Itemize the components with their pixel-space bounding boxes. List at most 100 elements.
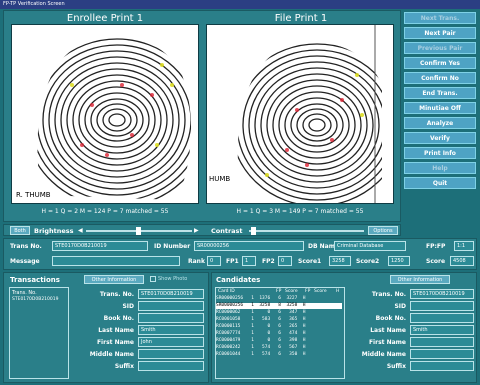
contrast-slider[interactable]	[249, 230, 364, 232]
column-header-fp1: FP	[276, 289, 282, 294]
transactions-panel: Transactions Other Information Show Phot…	[3, 272, 209, 383]
candidate-suffix-field[interactable]	[410, 361, 474, 371]
analyze-button[interactable]: Analyze	[404, 117, 476, 129]
transactions-other-info-button[interactable]: Other Information	[84, 275, 144, 284]
book-no-field[interactable]	[138, 313, 204, 323]
file-fingerprint-image[interactable]: HUMB	[206, 24, 394, 204]
previous-pair-button[interactable]: Previous Pair	[404, 42, 476, 54]
column-header-score2: Score	[314, 289, 327, 294]
show-photo-label: Show Photo	[158, 276, 188, 282]
fp2-label: FP2	[262, 258, 275, 265]
id-number-field[interactable]: SR00000256	[194, 241, 304, 251]
candidates-title: Candidates	[216, 276, 261, 284]
candidates-table[interactable]: Card ID FP Score FP Score H SR00000256 1…	[215, 287, 345, 379]
minutiae-off-button[interactable]: Minutiae Off	[404, 102, 476, 114]
field-label: First Name	[368, 339, 406, 346]
candidates-panel: Candidates Other Information Card ID FP …	[211, 272, 477, 383]
candidate-middle-name-field[interactable]	[410, 349, 474, 359]
column-header-fp2: FP	[305, 289, 311, 294]
last-name-field[interactable]: Smith	[138, 325, 204, 335]
contrast-slider-thumb[interactable]	[251, 227, 256, 235]
show-photo-checkbox[interactable]	[150, 276, 156, 282]
score2-label: Score2	[356, 258, 380, 265]
table-row[interactable]: RC0000242 1 574 6 567 H	[216, 345, 342, 351]
field-label: Last Name	[98, 327, 134, 334]
fpfp-field[interactable]: 1:1	[454, 241, 474, 251]
transactions-list[interactable]: Trans. No. STE0170D0B210019	[9, 287, 69, 379]
transactions-list-header: Trans. No.	[12, 290, 37, 296]
table-row-selected[interactable]: SR00000256 1 3258 8 3258 H	[216, 303, 342, 309]
score2-field[interactable]: 1250	[388, 256, 410, 266]
score1-field[interactable]: 3258	[329, 256, 351, 266]
list-item[interactable]: STE0170D0B210019	[12, 297, 59, 302]
table-row[interactable]: RC0001058 1 583 6 365 H	[216, 317, 342, 323]
field-label: Middle Name	[361, 351, 406, 358]
confirm-yes-button[interactable]: Confirm Yes	[404, 57, 476, 69]
rank-field[interactable]: 0	[207, 256, 221, 266]
table-row[interactable]: RC0000479 1 0 6 398 H	[216, 338, 342, 344]
table-row[interactable]: SR00000256 1 1376 6 3227 H	[216, 296, 342, 302]
trans-no-label: Trans No.	[10, 243, 42, 250]
image-controls-bar: Both Brightness ◀ ▶ Contrast Options	[3, 224, 401, 236]
rank-label: Rank	[188, 258, 205, 265]
fp2-field[interactable]: 0	[278, 256, 292, 266]
enrollee-stats: H = 1 Q = 2 M = 124 P = 7 matched = 55	[41, 208, 169, 215]
candidate-first-name-field[interactable]	[410, 337, 474, 347]
middle-name-field[interactable]	[138, 349, 204, 359]
confirm-no-button[interactable]: Confirm No	[404, 72, 476, 84]
field-label: Trans. No.	[371, 291, 406, 298]
first-name-field[interactable]: John	[138, 337, 204, 347]
field-label: Suffix	[386, 363, 406, 370]
print-info-button[interactable]: Print Info	[404, 147, 476, 159]
field-label: SID	[394, 303, 406, 310]
end-trans-button[interactable]: End Trans.	[404, 87, 476, 99]
trans-no-value-field[interactable]: STE0170D0B210019	[138, 289, 204, 299]
both-button[interactable]: Both	[10, 226, 30, 235]
candidate-trans-no-field[interactable]: STE0170D0B210019	[410, 289, 474, 299]
db-name-field[interactable]: Criminal Database	[334, 241, 406, 251]
field-label: Middle Name	[89, 351, 134, 358]
next-trans-button[interactable]: Next Trans.	[404, 12, 476, 24]
sid-field[interactable]	[138, 301, 204, 311]
table-row[interactable]: RC0001044 1 574 6 350 H	[216, 352, 342, 358]
fingerprint-panel: Enrollee Print 1 File Print 1 R. THUMB H…	[3, 10, 401, 222]
fp1-field[interactable]: 1	[242, 256, 256, 266]
field-label: First Name	[96, 339, 134, 346]
column-header-score1: Score	[285, 289, 298, 294]
enrollee-finger-label: R. THUMB	[16, 191, 51, 199]
score1-label: Score1	[298, 258, 322, 265]
column-header-card-id: Card ID	[218, 289, 235, 294]
message-field[interactable]	[52, 256, 180, 266]
quit-button[interactable]: Quit	[404, 177, 476, 189]
verify-button[interactable]: Verify	[404, 132, 476, 144]
file-finger-label: HUMB	[209, 175, 231, 183]
candidate-book-no-field[interactable]	[410, 313, 474, 323]
enrollee-fingerprint-image[interactable]: R. THUMB	[11, 24, 199, 204]
table-row[interactable]: RC0007774 1 0 6 474 H	[216, 331, 342, 337]
right-arrow-icon[interactable]: ▶	[194, 227, 199, 234]
score-field[interactable]: 4508	[450, 256, 474, 266]
candidate-sid-field[interactable]	[410, 301, 474, 311]
trans-no-field[interactable]: STE0170D0B210019	[52, 241, 148, 251]
candidate-last-name-field[interactable]: Smith	[410, 325, 474, 335]
brightness-slider-thumb[interactable]	[136, 227, 141, 235]
window-title: FP-TP Verification Screen	[0, 0, 480, 9]
options-button[interactable]: Options	[368, 226, 398, 235]
table-row[interactable]: RC0000062 1 0 6 347 H	[216, 310, 342, 316]
help-button[interactable]: Help	[404, 162, 476, 174]
fingerprint-icon	[237, 25, 382, 203]
enrollee-title: Enrollee Print 1	[66, 13, 144, 24]
next-pair-button[interactable]: Next Pair	[404, 27, 476, 39]
suffix-field[interactable]	[138, 361, 204, 371]
message-label: Message	[10, 258, 40, 265]
field-label: Book No.	[375, 315, 406, 322]
file-print-title: File Print 1	[274, 13, 328, 24]
fingerprint-icon	[37, 36, 192, 201]
table-row[interactable]: RC0000115 1 0 6 265 H	[216, 324, 342, 330]
contrast-label: Contrast	[211, 227, 243, 235]
candidates-other-info-button[interactable]: Other Information	[390, 275, 450, 284]
field-label: Suffix	[114, 363, 134, 370]
left-arrow-icon[interactable]: ◀	[78, 227, 83, 234]
fpfp-label: FP:FP	[426, 243, 446, 250]
file-stats: H = 1 Q = 3 M = 149 P = 7 matched = 55	[236, 208, 364, 215]
